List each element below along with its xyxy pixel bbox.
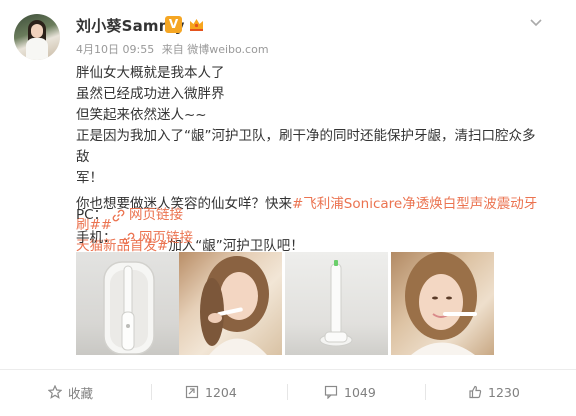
post-photo-toothbrush-case[interactable] bbox=[76, 252, 179, 355]
pc-web-link[interactable]: 网页链接 bbox=[112, 205, 183, 226]
chevron-down-icon[interactable] bbox=[528, 17, 544, 29]
avatar-face bbox=[31, 24, 43, 38]
toothbrush-case-illustration bbox=[103, 261, 155, 355]
link-icon bbox=[112, 209, 125, 222]
post-line: 胖仙女大概就是我本人了 bbox=[76, 65, 225, 81]
post-photo-woman-smiling[interactable] bbox=[391, 252, 494, 355]
star-icon bbox=[48, 385, 62, 399]
post-line: 虽然已经成功进入微胖界 bbox=[76, 86, 225, 102]
mobile-label: 手机： bbox=[76, 230, 117, 246]
avatar-dress bbox=[26, 38, 48, 60]
action-separator bbox=[425, 384, 426, 400]
woman-smiling-illustration bbox=[405, 252, 477, 355]
favorite-button[interactable]: 收藏 bbox=[48, 381, 93, 403]
post-photo-woman-brushing[interactable] bbox=[179, 252, 282, 355]
action-bar-divider bbox=[0, 369, 576, 370]
toothbrush-charger-illustration bbox=[319, 260, 353, 347]
mobile-web-link[interactable]: 网页链接 bbox=[122, 228, 193, 249]
link-icon bbox=[122, 232, 135, 245]
woman-brushing-illustration bbox=[200, 256, 269, 355]
verified-badge-icon[interactable]: V bbox=[165, 16, 182, 33]
comment-button[interactable]: 1049 bbox=[324, 381, 376, 403]
post-line: 军！ bbox=[76, 170, 103, 186]
post-line-prefix: 你也想要做迷人笑容的仙女咩？快来 bbox=[76, 196, 292, 212]
repost-icon bbox=[185, 385, 199, 399]
post-meta: 4月10日 09:55 来自 微博weibo.com bbox=[76, 41, 273, 57]
mobile-link-text[interactable]: 网页链接 bbox=[139, 228, 193, 249]
pc-link-row: PC： 网页链接 bbox=[76, 205, 183, 226]
repost-button[interactable]: 1204 bbox=[185, 381, 237, 403]
repost-count: 1204 bbox=[205, 384, 237, 400]
mobile-link-row: 手机： 网页链接 bbox=[76, 228, 193, 249]
vip-member-icon[interactable] bbox=[187, 15, 206, 34]
post-source[interactable]: 来自 微博weibo.com bbox=[162, 43, 269, 56]
pc-label: PC： bbox=[76, 207, 108, 223]
weibo-post-card: 刘小葵Sammy V 4月10日 09:55 来自 微博weibo.com 胖仙… bbox=[0, 0, 576, 416]
action-separator bbox=[151, 384, 152, 400]
post-timestamp[interactable]: 4月10日 09:55 bbox=[76, 43, 154, 56]
like-button[interactable]: 1230 bbox=[468, 381, 520, 403]
pc-link-text[interactable]: 网页链接 bbox=[129, 205, 183, 226]
post-line: 正是因为我加入了“龈”河护卫队，刷干净的同时还能保护牙龈，清扫口腔众多敌 bbox=[76, 128, 536, 165]
favorite-label: 收藏 bbox=[68, 385, 94, 401]
thumbs-up-icon bbox=[469, 385, 482, 399]
action-separator bbox=[287, 384, 288, 400]
post-line: 但笑起来依然迷人~~ bbox=[76, 107, 207, 123]
comment-icon bbox=[324, 385, 338, 399]
comment-count: 1049 bbox=[344, 384, 376, 400]
user-avatar[interactable] bbox=[14, 14, 60, 60]
like-count: 1230 bbox=[488, 384, 520, 400]
post-photo-toothbrush-charger[interactable] bbox=[285, 252, 388, 355]
